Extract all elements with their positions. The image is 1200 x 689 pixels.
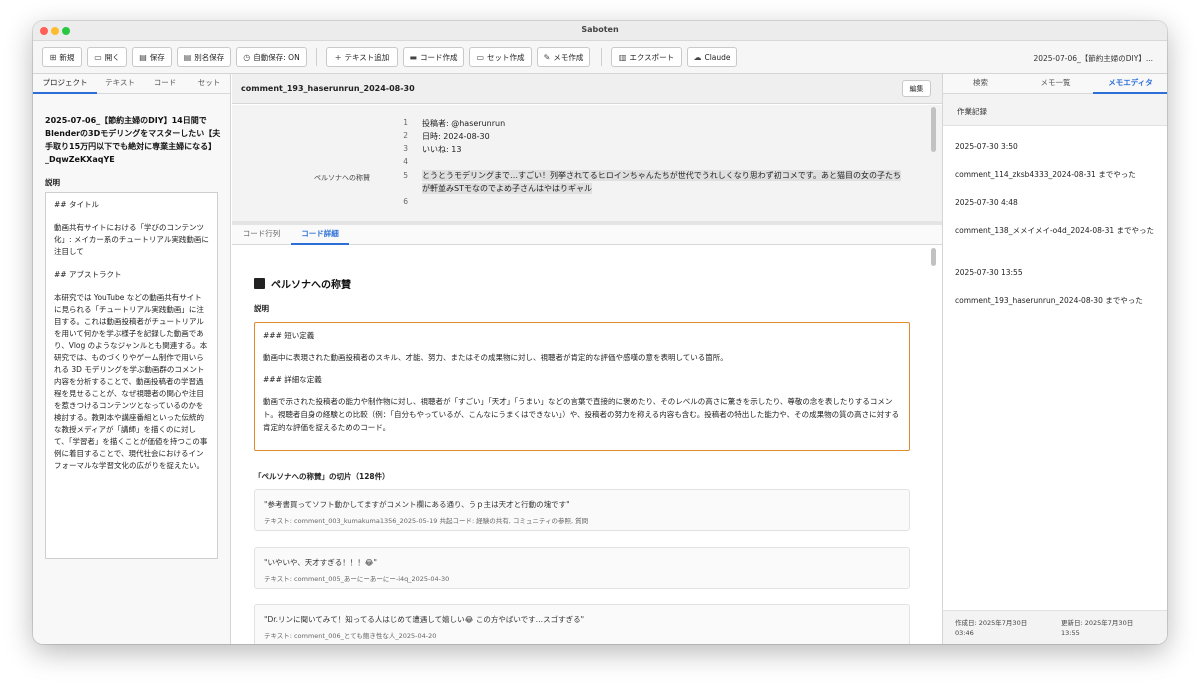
tab-set[interactable]: セット bbox=[187, 74, 231, 94]
toolbar: ⊞ 新規 ▭ 開く ▤ 保存 ▤ 別名保存 ◷ 自動保存: ON + テキスト追加 ▬ コード… bbox=[33, 41, 1167, 74]
text-header: comment_193_haserunrun_2024-08-30 編集 bbox=[232, 74, 942, 104]
create-memo-button[interactable]: ✎ メモ作成 bbox=[537, 47, 590, 67]
coded-segment[interactable]: とうとうモデリングまで…すごい！列挙されてるヒロインちゃんたちが世代でうれしくな… bbox=[422, 170, 901, 181]
save-icon: ▤ bbox=[139, 52, 147, 62]
text-line[interactable]: 日時: 2024-08-30 bbox=[422, 131, 490, 142]
description-paragraph: 本研究では YouTube などの動画共有サイトに見られる「チュートリアル実践動… bbox=[54, 293, 208, 470]
text-line[interactable]: 投稿者: @haserunrun bbox=[422, 118, 505, 129]
add-text-button[interactable]: + テキスト追加 bbox=[326, 47, 398, 67]
memo-title[interactable]: 作業記録 bbox=[957, 106, 987, 117]
tag-icon: ▬ bbox=[409, 52, 418, 62]
tab-memo-editor[interactable]: メモエディタ bbox=[1093, 74, 1167, 94]
open-button[interactable]: ▭ 開く bbox=[87, 47, 127, 67]
folder-icon: ▭ bbox=[94, 52, 102, 62]
right-panel: 検索 メモ一覧 メモエディタ 作業記録 2025-07-30 3:50 comm… bbox=[942, 74, 1167, 644]
new-icon: ⊞ bbox=[49, 52, 57, 62]
slice-card[interactable]: "Dr.リンに聞いてみて！知ってる人はじめて遭遇して嬉しい😂 この方やばいです…… bbox=[254, 604, 910, 644]
left-panel: プロジェクト テキスト コード セット 2025-07-06_【節約主婦のDIY… bbox=[33, 74, 231, 644]
memo-header: 作業記録 bbox=[943, 94, 1167, 126]
slices-heading: 「ペルソナへの称賛」の切片（128件） bbox=[254, 472, 390, 481]
created-date: 作成日: 2025年7月30日 03:46 bbox=[955, 619, 1028, 637]
description-textarea[interactable]: ## タイトル 動画共有サイトにおける「学びのコンテンツ化」: メイカー系のチュ… bbox=[45, 192, 218, 559]
slice-meta: テキスト: comment_005_あーにーあーにー-i4q_2025-04-3… bbox=[264, 575, 450, 583]
memo-footer: 作成日: 2025年7月30日 03:46 更新日: 2025年7月30日 13… bbox=[943, 610, 1167, 644]
tab-search[interactable]: 検索 bbox=[943, 74, 1018, 94]
line-number: 4 bbox=[403, 157, 408, 166]
code-margin-label[interactable]: ペルソナへの称賛 bbox=[314, 173, 370, 183]
edit-button[interactable]: 編集 bbox=[902, 80, 931, 97]
slice-quote: "参考書買ってソフト動かしてますがコメント欄にある通り、うｐ主は天才と行動の塊で… bbox=[264, 500, 570, 509]
create-set-button[interactable]: ▭ セット作成 bbox=[469, 47, 532, 67]
updated-date: 更新日: 2025年7月30日 13:55 bbox=[1061, 619, 1134, 637]
code-name: ペルソナへの称賛 bbox=[254, 276, 351, 291]
memo-line: 2025-07-30 4:48 bbox=[955, 198, 1018, 207]
code-detail-pane: ペルソナへの称賛 説明 ### 短い定義 動画中に表現された動画投稿者のスキル、… bbox=[232, 246, 942, 644]
slice-meta: テキスト: comment_006_とても飽き性な人_2025-04-20 bbox=[264, 632, 437, 640]
text-viewer[interactable]: 1 投稿者: @haserunrun 2 日時: 2024-08-30 3 いい… bbox=[232, 105, 942, 221]
save-as-button[interactable]: ▤ 別名保存 bbox=[177, 47, 231, 67]
claude-button[interactable]: ☁ Claude bbox=[687, 47, 737, 67]
line-number: 2 bbox=[403, 131, 408, 140]
title-bar: Saboten bbox=[33, 21, 1167, 41]
detail-tabs: コード行列 コード詳細 bbox=[232, 225, 942, 245]
chart-icon: ▥ bbox=[618, 52, 627, 62]
description-paragraph: ## タイトル bbox=[54, 200, 99, 209]
save-button[interactable]: ▤ 保存 bbox=[132, 47, 172, 67]
slice-card[interactable]: "いやいや、天才すぎる！！！😂" テキスト: comment_005_あーにーあ… bbox=[254, 547, 910, 589]
description-paragraph: ## アブストラクト bbox=[54, 270, 122, 279]
text-title: comment_193_haserunrun_2024-08-30 bbox=[241, 84, 415, 93]
claude-icon: ☁ bbox=[693, 52, 702, 62]
definition-paragraph: ### 短い定義 bbox=[263, 331, 315, 340]
toolbar-divider bbox=[316, 48, 317, 66]
slice-quote: "Dr.リンに聞いてみて！知ってる人はじめて遭遇して嬉しい😂 この方やばいです…… bbox=[264, 615, 585, 624]
text-line[interactable]: いいね: 13 bbox=[422, 144, 461, 155]
create-code-button[interactable]: ▬ コード作成 bbox=[403, 47, 464, 67]
autosave-toggle[interactable]: ◷ 自動保存: ON bbox=[236, 47, 307, 67]
save-as-icon: ▤ bbox=[183, 52, 192, 62]
tab-code-detail[interactable]: コード詳細 bbox=[291, 225, 349, 245]
current-project-name: 2025-07-06_【節約主婦のDIY】... bbox=[1033, 54, 1153, 63]
definition-paragraph: 動画中に表現された動画投稿者のスキル、才能、努力、またはその成果物に対し、視聴者… bbox=[263, 353, 728, 362]
code-definition-textarea[interactable]: ### 短い定義 動画中に表現された動画投稿者のスキル、才能、努力、またはその成… bbox=[254, 322, 910, 451]
tab-text[interactable]: テキスト bbox=[97, 74, 143, 94]
definition-paragraph: 動画で示された投稿者の能力や制作物に対し、視聴者が「すごい」「天才」「うまい」な… bbox=[263, 397, 900, 432]
plus-icon: + bbox=[334, 52, 342, 62]
tab-memo-list[interactable]: メモ一覧 bbox=[1018, 74, 1093, 94]
project-title: 2025-07-06_【節約主婦のDIY】14日間でBlenderの3Dモデリン… bbox=[45, 116, 221, 164]
toolbar-divider bbox=[601, 48, 602, 66]
new-button[interactable]: ⊞ 新規 bbox=[42, 47, 82, 67]
center-panel: comment_193_haserunrun_2024-08-30 編集 1 投… bbox=[232, 74, 942, 644]
tab-code[interactable]: コード bbox=[143, 74, 187, 94]
text-scrollbar[interactable] bbox=[931, 107, 936, 152]
definition-paragraph: ### 詳細な定義 bbox=[263, 375, 322, 384]
slice-quote: "いやいや、天才すぎる！！！😂" bbox=[264, 558, 377, 567]
memo-line: comment_114_zksb4333_2024-08-31 までやった bbox=[955, 170, 1136, 179]
memo-icon: ✎ bbox=[543, 52, 551, 62]
description-label: 説明 bbox=[254, 304, 269, 313]
line-number: 3 bbox=[403, 144, 408, 153]
description-label: 説明 bbox=[45, 178, 60, 187]
line-number: 5 bbox=[403, 171, 408, 180]
clock-icon: ◷ bbox=[243, 52, 251, 62]
line-number: 6 bbox=[403, 197, 408, 206]
window-title: Saboten bbox=[581, 25, 619, 34]
set-icon: ▭ bbox=[476, 52, 485, 62]
coded-segment[interactable]: が軒並みSTモなのでよめ子さんはやはりギャル bbox=[422, 183, 592, 194]
left-tabs: プロジェクト テキスト コード セット bbox=[33, 74, 230, 94]
slice-meta: テキスト: comment_003_kumakuma1356_2025-05-1… bbox=[264, 517, 589, 525]
detail-scrollbar[interactable] bbox=[931, 248, 936, 266]
tab-project[interactable]: プロジェクト bbox=[33, 74, 97, 94]
memo-line: 2025-07-30 13:55 bbox=[955, 268, 1023, 277]
memo-line: comment_193_haserunrun_2024-08-30 までやった bbox=[955, 296, 1143, 305]
export-button[interactable]: ▥ エクスポート bbox=[611, 47, 682, 67]
slice-card[interactable]: "参考書買ってソフト動かしてますがコメント欄にある通り、うｐ主は天才と行動の塊で… bbox=[254, 489, 910, 531]
right-tabs: 検索 メモ一覧 メモエディタ bbox=[943, 74, 1167, 94]
description-paragraph: 動画共有サイトにおける「学びのコンテンツ化」: メイカー系のチュートリアル実践動… bbox=[54, 223, 209, 256]
app-window: Saboten ⊞ 新規 ▭ 開く ▤ 保存 ▤ 別名保存 ◷ 自動保存: ON + テキス… bbox=[33, 21, 1167, 644]
tab-code-matrix[interactable]: コード行列 bbox=[232, 225, 291, 245]
memo-line: 2025-07-30 3:50 bbox=[955, 142, 1018, 151]
memo-line: comment_138_メメイメイ-o4d_2024-08-31 までやった bbox=[955, 226, 1154, 235]
line-number: 1 bbox=[403, 118, 408, 127]
code-color-swatch bbox=[254, 278, 265, 289]
